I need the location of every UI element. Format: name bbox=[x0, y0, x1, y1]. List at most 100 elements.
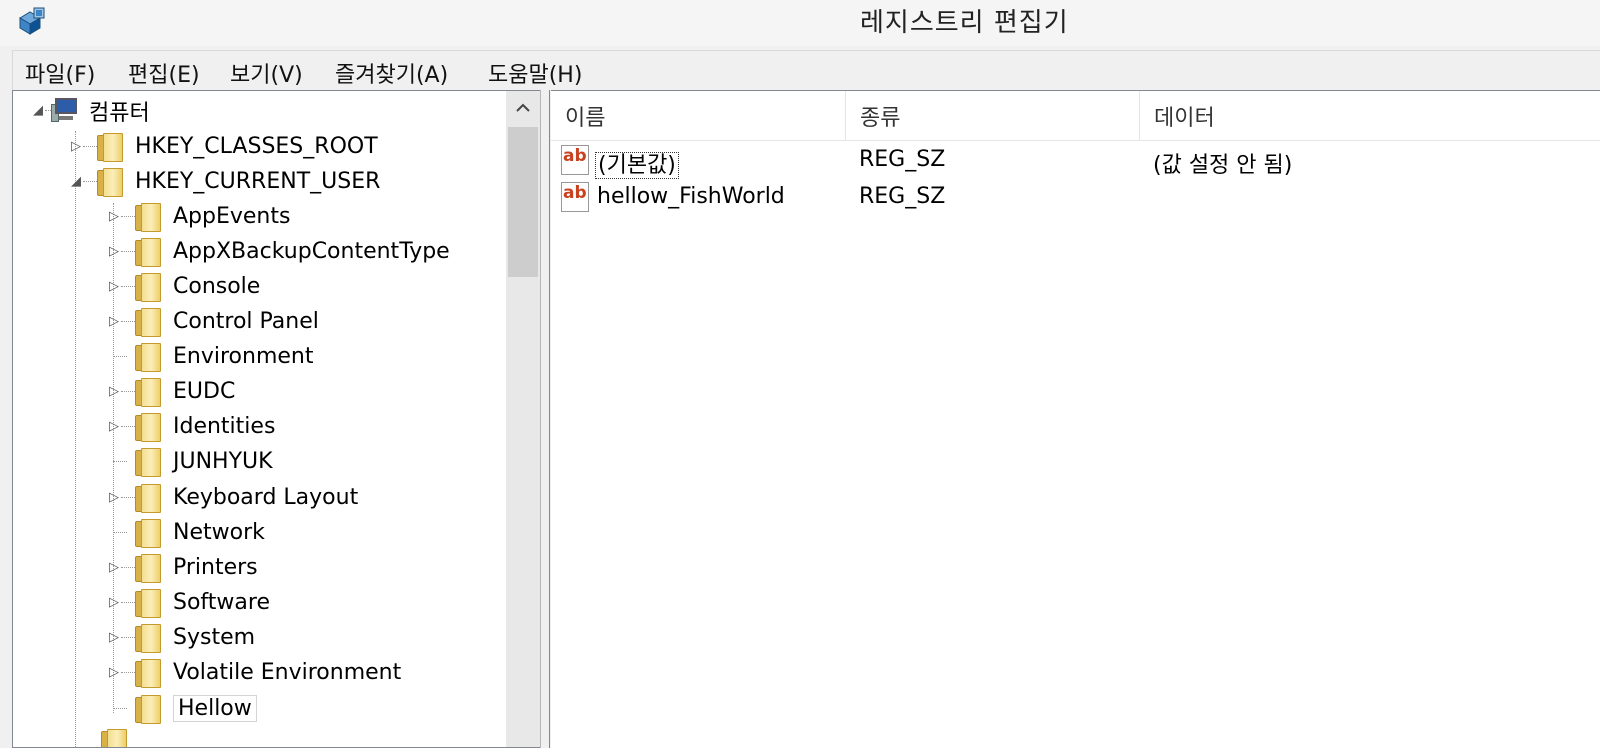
triangle-right-icon[interactable]: ▷ bbox=[107, 209, 121, 224]
folder-icon bbox=[135, 518, 161, 548]
tree-item-software[interactable]: ▷ Software bbox=[107, 585, 270, 620]
triangle-right-icon[interactable]: ▷ bbox=[107, 279, 121, 294]
folder-icon bbox=[135, 658, 161, 688]
tree-item-hkey-classes-root[interactable]: ▷ HKEY_CLASSES_ROOT bbox=[69, 129, 378, 164]
triangle-right-icon[interactable]: ▷ bbox=[107, 665, 121, 680]
triangle-right-icon[interactable]: ▷ bbox=[107, 419, 121, 434]
tree-item-label: Environment bbox=[173, 344, 314, 369]
folder-icon bbox=[97, 167, 123, 197]
folder-icon bbox=[135, 553, 161, 583]
value-data: (값 설정 안 됨) bbox=[1153, 153, 1293, 178]
tree-scrollbar[interactable] bbox=[506, 91, 540, 747]
pane-splitter[interactable] bbox=[540, 90, 550, 748]
tree-item-label-selected: Hellow bbox=[173, 695, 257, 722]
menu-view[interactable]: 보기(V) bbox=[230, 57, 303, 89]
computer-icon bbox=[51, 97, 79, 124]
tree-item-label: Console bbox=[173, 274, 261, 299]
tree-item-hellow[interactable]: Hellow bbox=[107, 691, 257, 726]
triangle-right-icon[interactable]: ▷ bbox=[107, 314, 121, 329]
triangle-down-icon[interactable]: ◢ bbox=[31, 103, 45, 118]
scroll-up-button[interactable] bbox=[506, 91, 540, 125]
triangle-right-icon[interactable]: ▷ bbox=[107, 244, 121, 259]
tree-item-label: Identities bbox=[173, 414, 276, 439]
string-value-icon: ab bbox=[561, 182, 591, 212]
tree-item-label: Network bbox=[173, 520, 265, 545]
folder-icon bbox=[135, 412, 161, 442]
value-row[interactable]: ab (기본값) REG_SZ (값 설정 안 됨) bbox=[551, 143, 1600, 179]
tree-item-printers[interactable]: ▷ Printers bbox=[107, 550, 258, 585]
folder-icon bbox=[135, 588, 161, 618]
tree-item-label: Volatile Environment bbox=[173, 660, 402, 685]
tree-item-appxbackupcontenttype[interactable]: ▷ AppXBackupContentType bbox=[107, 234, 450, 269]
tree-item-label: EUDC bbox=[173, 379, 236, 404]
value-row[interactable]: ab hellow_FishWorld REG_SZ bbox=[551, 180, 1600, 216]
tree-item-label: AppEvents bbox=[173, 204, 291, 229]
tree-item-label: 컴퓨터 bbox=[89, 100, 150, 126]
folder-icon bbox=[135, 237, 161, 267]
column-header-name[interactable]: 이름 bbox=[551, 91, 846, 141]
registry-editor-icon[interactable] bbox=[16, 6, 48, 36]
chevron-up-icon bbox=[516, 103, 530, 112]
tree-item-console[interactable]: ▷ Console bbox=[107, 269, 260, 304]
menu-bar: 파일(F) 편집(E) 보기(V) 즐겨찾기(A) 도움말(H) bbox=[12, 50, 1600, 90]
tree-item-identities[interactable]: ▷ Identities bbox=[107, 409, 275, 444]
folder-icon bbox=[135, 272, 161, 302]
tree-item-junhyuk[interactable]: JUNHYUK bbox=[107, 444, 273, 479]
value-type: REG_SZ bbox=[859, 184, 946, 209]
window-title: 레지스트리 편집기 bbox=[860, 8, 1069, 38]
folder-icon bbox=[97, 132, 123, 162]
list-header: 이름 종류 데이터 bbox=[551, 91, 1600, 141]
triangle-right-icon[interactable]: ▷ bbox=[107, 490, 121, 505]
folder-icon bbox=[135, 483, 161, 513]
triangle-right-icon[interactable]: ▷ bbox=[107, 630, 121, 645]
folder-icon bbox=[135, 342, 161, 372]
tree-item-label: JUNHYUK bbox=[173, 449, 273, 474]
tree-item-system[interactable]: ▷ System bbox=[107, 620, 255, 655]
tree-item-label: Keyboard Layout bbox=[173, 485, 359, 510]
tree-item-label: AppXBackupContentType bbox=[173, 239, 450, 264]
scroll-thumb[interactable] bbox=[508, 127, 538, 277]
value-list-pane[interactable]: 이름 종류 데이터 ab (기본값) REG_SZ (값 설정 안 됨) ab … bbox=[551, 90, 1600, 748]
tree-item-label: HKEY_CLASSES_ROOT bbox=[135, 134, 378, 159]
triangle-right-icon[interactable]: ▷ bbox=[107, 560, 121, 575]
menu-help[interactable]: 도움말(H) bbox=[488, 57, 582, 89]
folder-icon bbox=[135, 623, 161, 653]
menu-favorites[interactable]: 즐겨찾기(A) bbox=[335, 57, 448, 89]
triangle-down-icon[interactable]: ◢ bbox=[69, 174, 83, 189]
folder-icon bbox=[135, 377, 161, 407]
triangle-right-icon[interactable]: ▷ bbox=[69, 139, 83, 154]
tree-item-next-hive-partial[interactable] bbox=[93, 725, 139, 747]
value-name: (기본값) bbox=[595, 152, 679, 179]
tree-item-hkey-current-user[interactable]: ◢ HKEY_CURRENT_USER bbox=[69, 164, 380, 199]
triangle-right-icon[interactable]: ▷ bbox=[107, 595, 121, 610]
tree-item-control-panel[interactable]: ▷ Control Panel bbox=[107, 304, 319, 339]
menu-edit[interactable]: 편집(E) bbox=[128, 57, 200, 89]
tree-item-volatile-environment[interactable]: ▷ Volatile Environment bbox=[107, 655, 401, 690]
folder-icon bbox=[101, 728, 127, 747]
tree-item-label: HKEY_CURRENT_USER bbox=[135, 169, 381, 194]
column-header-data[interactable]: 데이터 bbox=[1140, 91, 1600, 141]
tree-item-environment[interactable]: Environment bbox=[107, 339, 313, 374]
title-bar: 레지스트리 편집기 bbox=[0, 0, 1600, 46]
folder-icon bbox=[135, 202, 161, 232]
tree-item-keyboard-layout[interactable]: ▷ Keyboard Layout bbox=[107, 480, 358, 515]
key-tree-pane[interactable]: ◢ 컴퓨터 ▷ HKEY_CLASSES_ROOT ◢ HKEY_CURRENT… bbox=[12, 90, 540, 748]
folder-icon bbox=[135, 694, 161, 724]
tree-item-computer[interactable]: ◢ 컴퓨터 bbox=[31, 93, 150, 128]
tree-item-network[interactable]: Network bbox=[107, 515, 265, 550]
column-header-type[interactable]: 종류 bbox=[846, 91, 1140, 141]
tree-item-label: Printers bbox=[173, 555, 258, 580]
menu-file[interactable]: 파일(F) bbox=[25, 57, 95, 89]
tree-guide-line bbox=[75, 131, 76, 747]
tree-item-label: System bbox=[173, 625, 256, 650]
folder-icon bbox=[135, 447, 161, 477]
tree-item-appevents[interactable]: ▷ AppEvents bbox=[107, 199, 290, 234]
tree-item-eudc[interactable]: ▷ EUDC bbox=[107, 374, 235, 409]
triangle-right-icon[interactable]: ▷ bbox=[107, 384, 121, 399]
value-name: hellow_FishWorld bbox=[597, 184, 785, 209]
string-value-icon: ab bbox=[561, 145, 591, 175]
tree-item-label: Control Panel bbox=[173, 309, 319, 334]
value-type: REG_SZ bbox=[859, 147, 946, 172]
tree-item-label: Software bbox=[173, 590, 270, 615]
folder-icon bbox=[135, 307, 161, 337]
